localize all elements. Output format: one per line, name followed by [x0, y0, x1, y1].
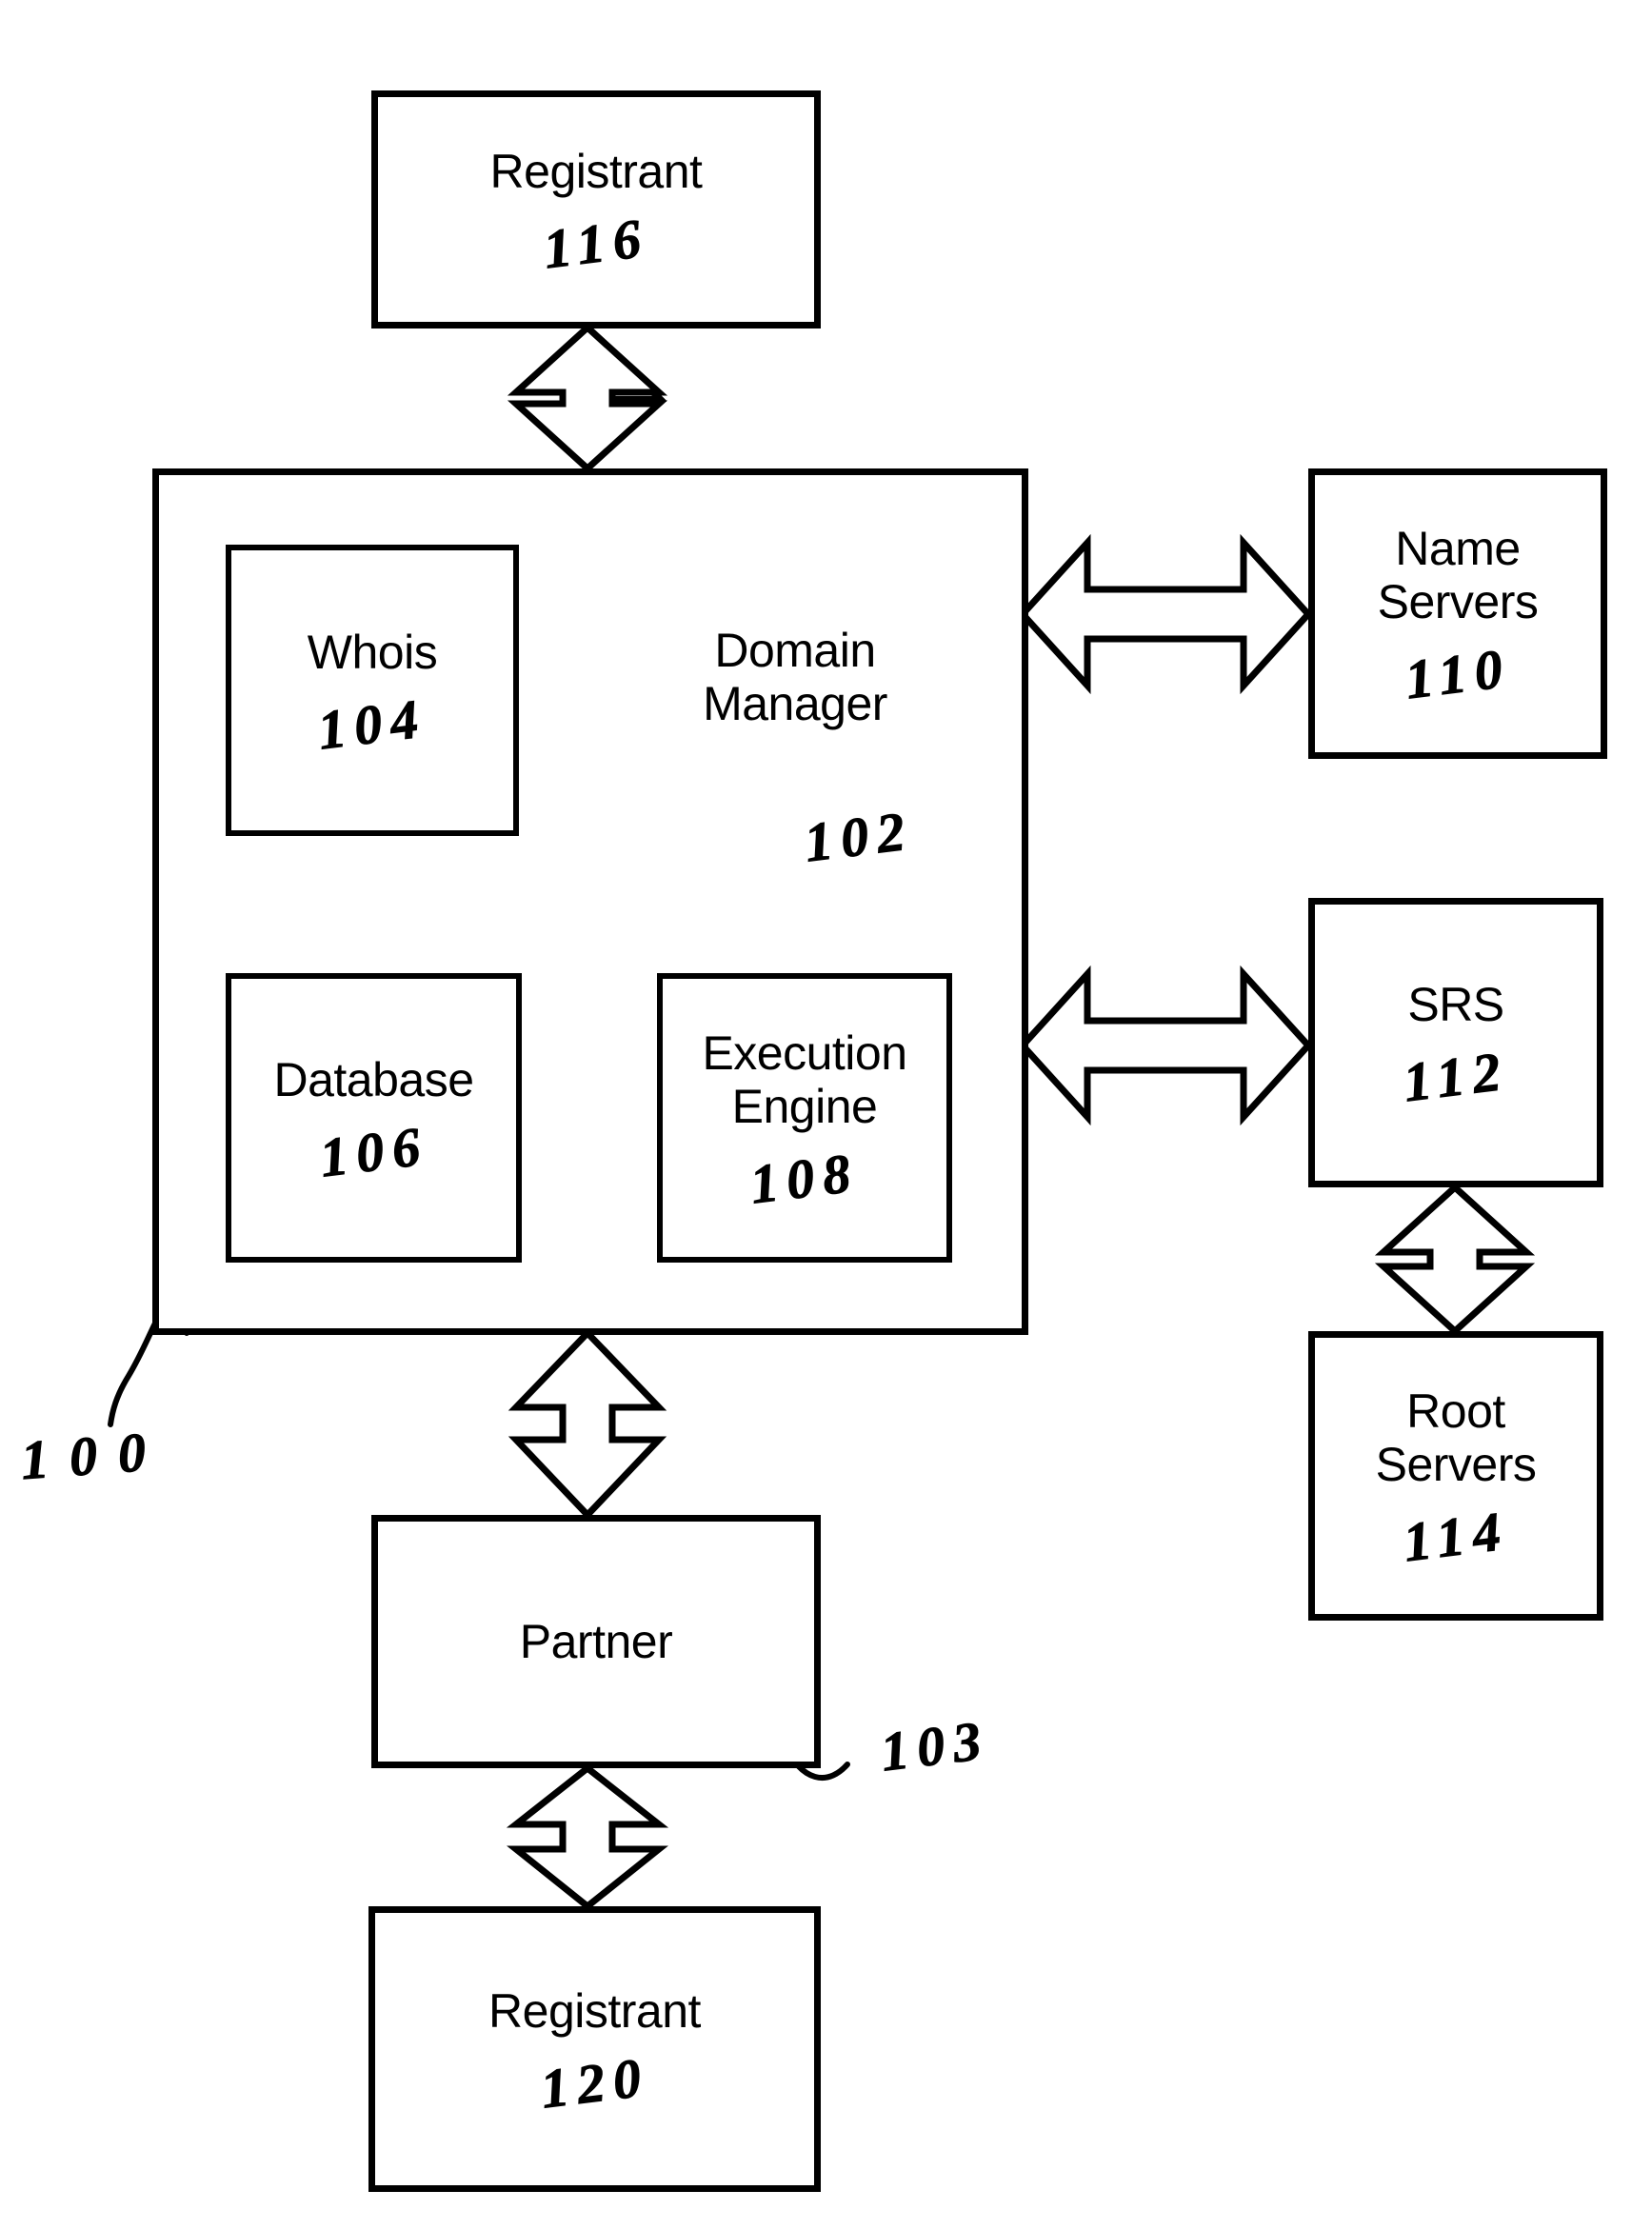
node-registrant-top[interactable]: Registrant 116 [371, 90, 821, 329]
node-database-label: Database [273, 1052, 474, 1106]
arrow-container-to-srs [1018, 965, 1313, 1126]
node-root-servers[interactable]: Root Servers 114 [1308, 1331, 1603, 1621]
node-partner-label: Partner [519, 1615, 673, 1668]
node-name-servers-label: Name Servers [1377, 522, 1539, 628]
ref-numeral-100: 100 [18, 1419, 169, 1492]
ref-numeral-110: 110 [1402, 636, 1515, 711]
ref-numeral-102: 102 [801, 799, 917, 874]
node-name-servers[interactable]: Name Servers 110 [1308, 468, 1607, 759]
ref-numeral-114: 114 [1400, 1498, 1513, 1574]
ref-numeral-104: 104 [314, 686, 430, 762]
arrow-srs-to-root-servers [1374, 1183, 1536, 1336]
ref-numeral-108: 108 [746, 1140, 863, 1216]
node-execution-engine-label: Execution Engine [702, 1025, 907, 1133]
node-execution-engine[interactable]: Execution Engine 108 [657, 973, 952, 1263]
arrow-partner-to-registrant-bottom [506, 1763, 669, 1911]
ref-numeral-116: 116 [540, 205, 653, 281]
node-whois[interactable]: Whois 104 [226, 545, 519, 836]
ref-numeral-120: 120 [536, 2044, 653, 2120]
node-partner[interactable]: Partner [371, 1515, 821, 1768]
node-whois-label: Whois [307, 625, 438, 679]
patent-figure: Registrant 116 Domain Manager 102 Whois … [0, 0, 1652, 2230]
ref-numeral-106: 106 [315, 1113, 432, 1189]
arrow-container-to-partner [508, 1327, 667, 1521]
arrow-container-to-name-servers [1018, 533, 1313, 695]
node-srs[interactable]: SRS 112 [1308, 898, 1603, 1187]
node-root-servers-label: Root Servers [1375, 1384, 1537, 1491]
ref-numeral-103: 103 [877, 1708, 993, 1783]
node-srs-label: SRS [1407, 977, 1504, 1031]
node-registrant-bottom[interactable]: Registrant 120 [368, 1906, 821, 2192]
node-database[interactable]: Database 106 [226, 973, 522, 1263]
node-registrant-bottom-label: Registrant [488, 1983, 701, 2038]
node-registrant-top-label: Registrant [489, 144, 703, 198]
ref-numeral-112: 112 [1400, 1038, 1513, 1114]
node-domain-manager-label: Domain Manager [703, 624, 887, 730]
